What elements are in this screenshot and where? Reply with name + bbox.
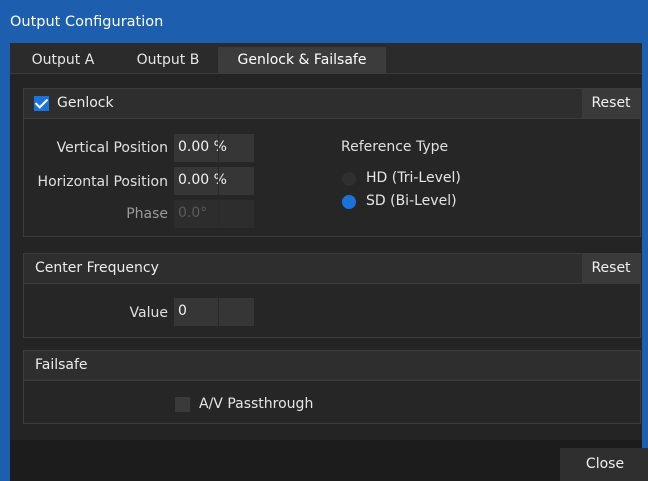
vertical-position-label: Vertical Position — [56, 140, 168, 156]
phase-input[interactable]: 0.0° — [174, 200, 254, 228]
tab-genlock-failsafe[interactable]: Genlock & Failsafe — [218, 47, 386, 74]
close-button[interactable]: Close — [560, 448, 648, 481]
failsafe-label: Failsafe — [35, 357, 88, 373]
phase-label: Phase — [126, 206, 168, 222]
window-title: Output Configuration — [10, 14, 164, 30]
center-frequency-section: Center Frequency Reset Value 0 — [23, 253, 641, 338]
tab-output-b[interactable]: Output B — [118, 47, 218, 74]
horizontal-position-value: 0.00 % — [178, 172, 227, 188]
radio-hd-label: HD (Tri-Level) — [366, 170, 461, 186]
tab-bar: Output A Output B Genlock & Failsafe — [10, 43, 642, 74]
window-border-right — [642, 43, 648, 481]
vertical-position-value: 0.00 % — [178, 139, 227, 155]
center-frequency-label: Center Frequency — [35, 260, 159, 276]
genlock-reset-button[interactable]: Reset — [582, 89, 640, 118]
reference-type-label: Reference Type — [341, 139, 449, 155]
tab-output-a[interactable]: Output A — [18, 47, 108, 74]
spin-divider — [218, 134, 219, 162]
spin-divider — [218, 298, 219, 326]
center-frequency-value: 0 — [178, 303, 187, 319]
radio-sd-label: SD (Bi-Level) — [366, 193, 457, 209]
title-bar: Output Configuration — [0, 0, 648, 43]
genlock-label: Genlock — [57, 95, 114, 111]
horizontal-position-label: Horizontal Position — [37, 174, 168, 190]
genlock-checkbox[interactable] — [34, 96, 49, 111]
genlock-section: Genlock Reset Vertical Position 0.00 % H… — [23, 88, 641, 237]
av-passthrough-checkbox[interactable] — [175, 397, 190, 412]
genlock-header: Genlock Reset — [24, 89, 640, 119]
radio-sd-bi-level[interactable] — [342, 195, 356, 209]
footer-bar — [10, 440, 642, 481]
vertical-position-input[interactable]: 0.00 % — [174, 134, 254, 162]
failsafe-header: Failsafe — [24, 351, 640, 381]
value-label: Value — [129, 305, 168, 321]
center-frequency-header: Center Frequency Reset — [24, 254, 640, 284]
spin-divider — [218, 200, 219, 228]
spin-divider — [218, 167, 219, 195]
radio-hd-tri-level[interactable] — [342, 172, 356, 186]
window-border-left — [0, 43, 10, 481]
failsafe-section: Failsafe A/V Passthrough — [23, 350, 641, 424]
phase-value: 0.0° — [178, 205, 208, 221]
horizontal-position-input[interactable]: 0.00 % — [174, 167, 254, 195]
center-frequency-reset-button[interactable]: Reset — [582, 254, 640, 283]
av-passthrough-label: A/V Passthrough — [199, 396, 314, 412]
center-frequency-value-input[interactable]: 0 — [174, 298, 254, 326]
